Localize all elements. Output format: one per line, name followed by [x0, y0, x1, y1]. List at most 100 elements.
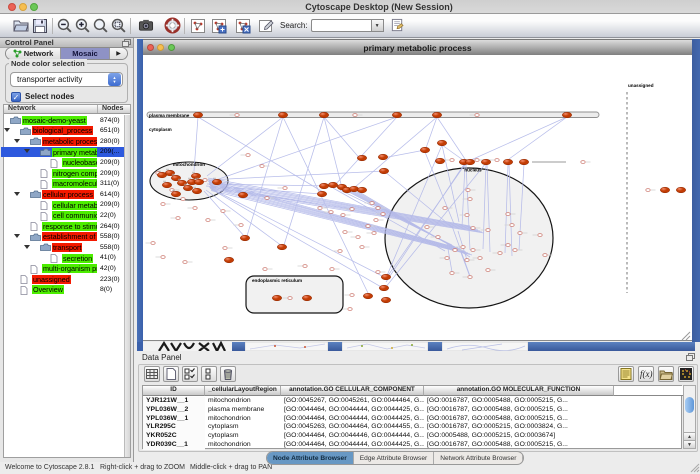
tab-network-attribute-browser[interactable]: Network Attribute Browser [434, 452, 523, 464]
scroll-down-arrow[interactable]: ▼ [684, 440, 695, 448]
background-window-strip-1[interactable] [245, 342, 328, 351]
zoom-selected-region-icon[interactable] [109, 17, 127, 35]
table-header-0[interactable]: ID [143, 386, 205, 396]
tree-row-response-to-stimulu[interactable]: response to stimulu264(0) [1, 221, 118, 232]
zoom-in-icon[interactable] [73, 17, 91, 35]
table-cell[interactable]: plasma membrane [205, 406, 281, 415]
table-cell[interactable]: [GO:0016787, GO:0005488, GO:0005215, G..… [424, 406, 614, 415]
tree-row-cellular-process[interactable]: cellular process614(0) [1, 189, 118, 200]
tree-row-secretion[interactable]: secretion41(0) [1, 253, 118, 264]
tree-row-biological-process[interactable]: biological_process651(0) [1, 126, 118, 137]
search-dropdown-arrow[interactable]: ▼ [371, 19, 384, 32]
tree-row-nucleobase-[interactable]: nucleobase-209(0) [1, 157, 118, 168]
table-cell[interactable]: mitochondrion [205, 397, 281, 406]
import-attributes-icon[interactable] [658, 366, 674, 382]
table-cell[interactable]: [GO:0045267, GO:0045261, GO:0044464, G..… [281, 397, 424, 406]
table-cell[interactable]: [GO:0016787, GO:0005215, GO:0003824, G..… [424, 423, 614, 432]
tree-expander-icon[interactable] [24, 245, 30, 249]
frame-close-button[interactable] [147, 44, 154, 51]
save-session-icon[interactable] [31, 17, 49, 35]
background-window-strip-2[interactable] [342, 342, 428, 351]
table-cell[interactable]: [GO:0045263, GO:0044464, GO:0044455, G..… [281, 423, 424, 432]
matrix-icon[interactable] [678, 366, 694, 382]
destroy-view-icon[interactable] [234, 17, 252, 35]
frame-minimize-button[interactable] [157, 44, 164, 51]
background-window-bar-2[interactable] [328, 342, 342, 351]
network-overview-icon[interactable] [189, 17, 207, 35]
tree-column-nodes[interactable]: Nodes [98, 105, 130, 113]
open-session-icon[interactable] [12, 17, 30, 35]
background-window-bar-4[interactable] [528, 342, 695, 351]
search-input[interactable] [311, 19, 371, 32]
unselect-all-attributes-icon[interactable] [201, 366, 217, 382]
table-cell[interactable]: [GO:0016787, GO:0005488, GO:0005215, G..… [424, 415, 614, 424]
tree-expander-icon[interactable] [14, 234, 20, 238]
tree-row-cellular-metabo[interactable]: cellular metabo209(0) [1, 200, 118, 211]
table-cell[interactable]: YKR052C [143, 432, 205, 441]
tree-row-unassigned[interactable]: unassigned223(0) [1, 274, 118, 285]
tree-row-overview[interactable]: Overview8(0) [1, 285, 118, 296]
tree-row-mosaic-demo-yeast[interactable]: mosaic-demo-yeast874(0) [1, 115, 118, 126]
node-color-dropdown[interactable]: transporter activity ▲▼ [10, 72, 123, 87]
table-cell[interactable]: [GO:0016787, GO:0005488, GO:0005215, G..… [424, 441, 614, 450]
control-panel-float-icon[interactable] [122, 39, 131, 47]
network-frame-titlebar[interactable]: primary metabolic process [143, 39, 692, 55]
tab-node-attribute-browser[interactable]: Node Attribute Browser [267, 452, 354, 464]
table-header-3[interactable]: annotation.GO MOLECULAR_FUNCTION [424, 386, 614, 396]
tree-row-macromolecule[interactable]: macromolecule311(0) [1, 179, 118, 190]
tree-row-multi-organism-pro[interactable]: multi-organism pro42(0) [1, 263, 118, 274]
tree-expander-icon[interactable] [14, 139, 20, 143]
background-window-strip-3[interactable] [442, 342, 528, 351]
create-attribute-icon[interactable] [163, 366, 179, 382]
tab-mosaic[interactable]: Mosaic [61, 48, 110, 59]
function-builder-icon[interactable]: f(x) [638, 366, 654, 382]
frame-resize-grip[interactable] [681, 331, 691, 341]
search-options-icon[interactable] [389, 17, 407, 35]
background-window-bar-1[interactable] [232, 342, 245, 351]
zoom-fit-icon[interactable] [91, 17, 109, 35]
tree-row-metabolic-process[interactable]: metabolic process280(0) [1, 136, 118, 147]
data-panel-float-icon[interactable] [686, 353, 695, 361]
table-cell[interactable]: YDR039C__1 [143, 441, 205, 450]
table-cell[interactable]: [GO:0044464, GO:0044444, GO:0044425, G..… [281, 406, 424, 415]
tree-row-primary-metabo[interactable]: primary metabo209(... [1, 147, 127, 158]
table-cell[interactable]: YLR295C [143, 423, 205, 432]
annotation-icon[interactable] [257, 17, 275, 35]
attribute-list-icon[interactable] [618, 366, 634, 382]
window-resize-grip[interactable] [690, 463, 700, 473]
frame-right-border[interactable] [692, 39, 700, 342]
network-canvas[interactable]: plasma membranecytoplasmmitochondrionnuc… [143, 55, 692, 341]
table-cell[interactable]: [GO:0044464, GO:0044444, GO:0044425, G..… [281, 415, 424, 424]
table-cell[interactable]: mitochondrion [205, 415, 281, 424]
table-scrollbar-thumb[interactable] [685, 397, 694, 413]
tree-row-establishment-of-lo[interactable]: establishment of lo558(0) [1, 232, 118, 243]
table-cell[interactable]: [GO:0005488, GO:0005215, GO:0003674] [424, 432, 614, 441]
tree-column-network[interactable]: Network [4, 105, 98, 113]
tree-expander-icon[interactable] [4, 128, 10, 132]
attribute-grid-icon[interactable] [144, 366, 160, 382]
tree-row-cell-communicat[interactable]: cell communicat22(0) [1, 210, 118, 221]
table-cell[interactable]: cytoplasm [205, 432, 281, 441]
tree-expander-icon[interactable] [14, 192, 20, 196]
table-scrollbar[interactable]: ▲ ▼ [683, 385, 696, 449]
tab-edge-attribute-browser[interactable]: Edge Attribute Browser [354, 452, 434, 464]
tree-expander-icon[interactable] [24, 149, 30, 153]
table-header-2[interactable]: annotation.GO CELLULAR_COMPONENT [281, 386, 424, 396]
table-cell[interactable]: YPL036W__2 [143, 406, 205, 415]
select-nodes-checkbox[interactable]: ✓ [11, 92, 21, 102]
table-cell[interactable]: mitochondrion [205, 441, 281, 450]
snapshot-icon[interactable] [137, 17, 155, 35]
help-icon[interactable] [163, 17, 181, 35]
table-cell[interactable]: [GO:0016787, GO:0005488, GO:0005215, G..… [424, 397, 614, 406]
delete-attribute-icon[interactable] [220, 366, 236, 382]
tree-row-nitrogen-compo[interactable]: nitrogen compo209(0) [1, 168, 118, 179]
table-header-1[interactable]: _cellularLayoutRegion [205, 386, 281, 396]
table-cell[interactable]: YPL036W__1 [143, 415, 205, 424]
table-cell[interactable]: cytoplasm [205, 423, 281, 432]
scroll-up-arrow[interactable]: ▲ [684, 432, 695, 440]
background-window-bar-3[interactable] [428, 342, 442, 351]
zoom-out-icon[interactable] [55, 17, 73, 35]
tree-scrollbar[interactable] [124, 115, 130, 457]
tab-overflow-arrow[interactable]: ▶ [110, 48, 127, 59]
table-cell[interactable]: [GO:0044464, GO:0044446, GO:0044444, G..… [281, 432, 424, 441]
